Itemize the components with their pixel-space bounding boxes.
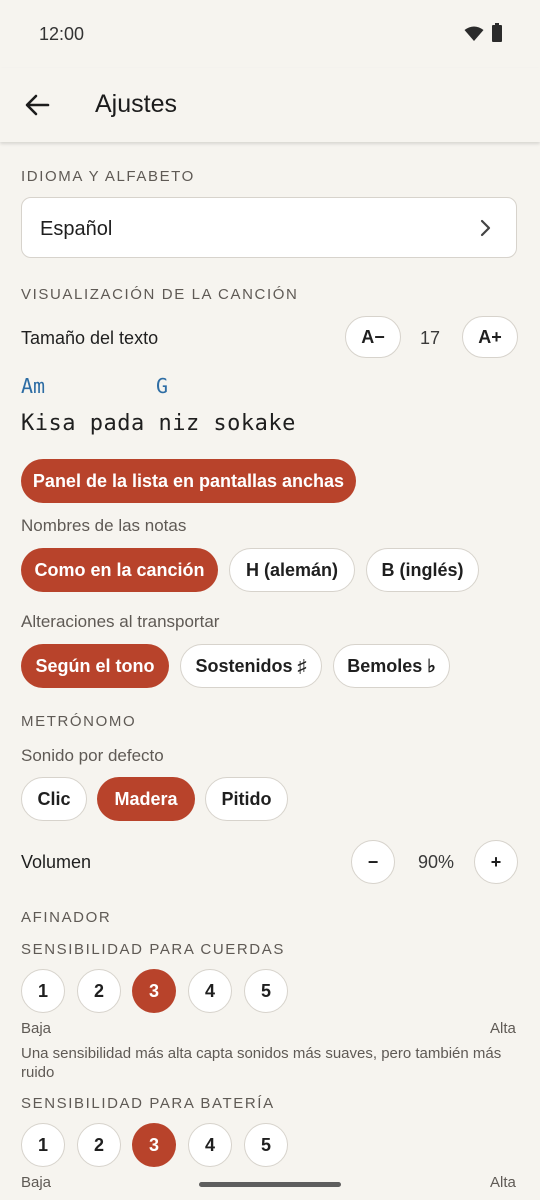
text-size-label: Tamaño del texto	[21, 328, 159, 348]
arrow-back-icon[interactable]	[24, 92, 50, 118]
sound-option-wood[interactable]: Madera	[97, 777, 195, 821]
drums-sensitivity-5[interactable]: 5	[244, 1123, 288, 1167]
strings-sensitivity-3[interactable]: 3	[132, 969, 176, 1013]
default-sound-label: Sonido por defecto	[21, 746, 164, 765]
decrease-text-size-button[interactable]: A−	[345, 316, 401, 358]
page-title: Ajustes	[95, 90, 177, 118]
drums-sensitivity-1[interactable]: 1	[21, 1123, 65, 1167]
section-tuner: AFINADOR	[21, 909, 112, 926]
wide-screen-panel-button[interactable]: Panel de la lista en pantallas anchas	[21, 459, 356, 503]
language-value: Español	[40, 218, 113, 240]
note-names-label: Nombres de las notas	[21, 516, 187, 535]
preview-lyric: Kisa pada niz sokake	[21, 411, 296, 436]
section-display: VISUALIZACIÓN DE LA CANCIÓN	[21, 286, 299, 303]
text-size-value: 17	[420, 328, 441, 348]
section-language: IDIOMA Y ALFABETO	[21, 168, 195, 185]
wifi-icon	[464, 26, 484, 41]
accidentals-option-flats[interactable]: Bemoles ♭	[333, 644, 450, 688]
home-indicator[interactable]	[199, 1182, 341, 1187]
sound-option-click[interactable]: Clic	[21, 777, 87, 821]
note-names-option-german[interactable]: H (alemán)	[229, 548, 355, 592]
strings-sensitivity-4[interactable]: 4	[188, 969, 232, 1013]
volume-value: 90%	[418, 852, 455, 872]
drums-sensitivity-2[interactable]: 2	[77, 1123, 121, 1167]
volume-increase-button[interactable]: +	[474, 840, 518, 884]
accidentals-option-key[interactable]: Según el tono	[21, 644, 169, 688]
drums-sensitivity-label: SENSIBILIDAD PARA BATERÍA	[21, 1095, 275, 1112]
volume-decrease-button[interactable]: −	[351, 840, 395, 884]
preview-chord: Am	[21, 374, 46, 398]
strings-high-label: Alta	[490, 1020, 516, 1037]
drums-sensitivity-3[interactable]: 3	[132, 1123, 176, 1167]
accidentals-option-sharps[interactable]: Sostenidos ♯	[180, 644, 322, 688]
increase-text-size-button[interactable]: A+	[462, 316, 518, 358]
sound-option-beep[interactable]: Pitido	[205, 777, 288, 821]
drums-sensitivity-4[interactable]: 4	[188, 1123, 232, 1167]
strings-sensitivity-2[interactable]: 2	[77, 969, 121, 1013]
note-names-option-song[interactable]: Como en la canción	[21, 548, 218, 592]
status-time: 12:00	[39, 24, 85, 44]
strings-sensitivity-label: SENSIBILIDAD PARA CUERDAS	[21, 941, 285, 958]
preview-chord: G	[156, 374, 169, 398]
drums-low-label: Baja	[21, 1174, 52, 1191]
volume-label: Volumen	[21, 852, 92, 872]
sensitivity-note: Una sensibilidad más alta capta sonidos …	[21, 1045, 502, 1081]
chevron-right-icon	[480, 219, 491, 237]
drums-high-label: Alta	[490, 1174, 516, 1191]
battery-icon	[492, 23, 502, 42]
strings-sensitivity-5[interactable]: 5	[244, 969, 288, 1013]
app-bar	[0, 68, 540, 142]
accidentals-label: Alteraciones al transportar	[21, 612, 220, 631]
strings-sensitivity-1[interactable]: 1	[21, 969, 65, 1013]
section-metronome: METRÓNOMO	[21, 713, 137, 730]
strings-low-label: Baja	[21, 1020, 52, 1037]
note-names-option-english[interactable]: B (inglés)	[366, 548, 479, 592]
